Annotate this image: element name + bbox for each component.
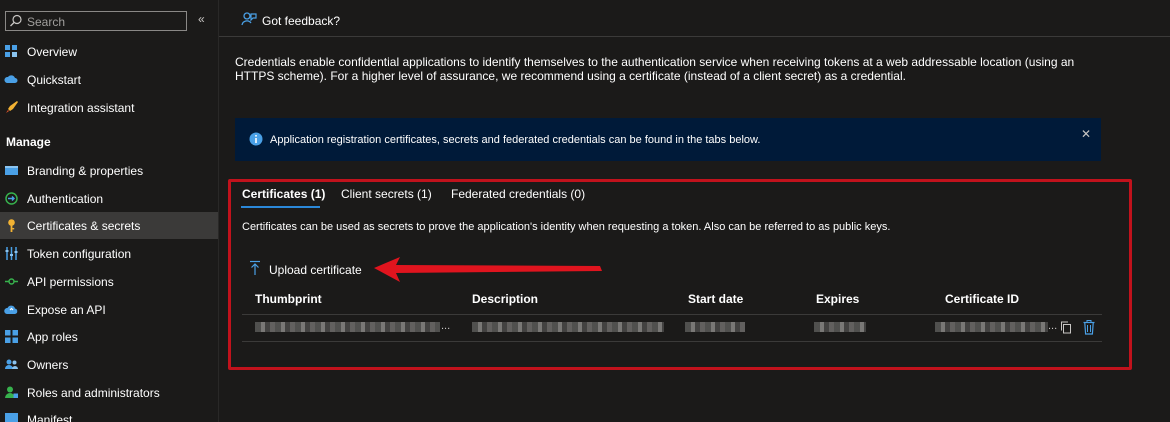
authentication-icon [5,192,18,205]
info-icon [249,132,263,146]
overview-icon [5,45,17,57]
annotation-arrow [374,257,602,282]
sidebar-item-label: Branding & properties [27,164,144,178]
sidebar-item-manifest[interactable]: Manifest [0,406,218,422]
redacted-start-date [685,322,745,332]
sidebar-item-label: Expose an API [27,303,106,317]
sidebar-item-label: API permissions [27,275,114,289]
table-header-divider [242,314,1102,315]
table-row-divider [242,341,1102,342]
search-placeholder: Search [27,15,66,29]
column-header-thumbprint[interactable]: Thumbprint [255,292,322,306]
sidebar-item-label: Certificates & secrets [27,219,141,233]
copy-icon[interactable] [1060,321,1072,334]
thumbprint-ellipsis: ... [441,320,451,332]
sidebar-item-owners[interactable]: Owners [0,351,218,378]
sidebar-item-certificates-secrets[interactable]: Certificates & secrets [0,212,218,239]
sidebar-item-expose-api[interactable]: Expose an API [0,296,218,323]
sidebar-item-quickstart[interactable]: Quickstart [0,66,218,93]
search-icon [10,14,22,27]
tab-certificates[interactable]: Certificates (1) [242,187,325,201]
token-config-icon [5,247,18,260]
sidebar-item-label: Manifest [27,413,73,422]
column-header-description[interactable]: Description [472,292,538,306]
sidebar-item-label: Integration assistant [27,101,135,115]
owners-icon [5,359,18,369]
delete-icon[interactable] [1083,320,1095,335]
redacted-certificate-id [935,322,1048,332]
certificates-description: Certificates can be used as secrets to p… [242,221,891,233]
sidebar-item-app-roles[interactable]: App roles [0,323,218,350]
search-input[interactable]: Search [5,11,187,31]
sidebar-item-overview[interactable]: Overview [0,38,218,65]
roles-admins-icon [5,386,18,398]
sidebar-item-label: App roles [27,330,78,344]
collapse-sidebar-icon[interactable]: « [198,12,210,28]
sidebar-item-label: Roles and administrators [27,386,160,400]
certificate-id-ellipsis: ... [1048,320,1058,332]
active-tab-indicator [241,206,320,208]
sidebar-item-label: Authentication [27,192,104,206]
sidebar-item-branding[interactable]: Branding & properties [0,157,218,184]
tab-federated-credentials[interactable]: Federated credentials (0) [451,187,585,201]
tab-client-secrets[interactable]: Client secrets (1) [341,187,432,201]
manifest-icon [5,413,18,422]
column-header-start-date[interactable]: Start date [688,292,743,306]
feedback-label: Got feedback? [262,14,341,28]
sidebar-divider [218,0,219,422]
sidebar-item-label: Quickstart [27,73,82,87]
info-banner: Application registration certificates, s… [235,118,1101,161]
upload-icon [250,260,260,275]
column-header-certificate-id[interactable]: Certificate ID [945,292,1019,306]
rocket-icon [6,101,18,113]
sidebar-item-integration-assistant[interactable]: Integration assistant [0,94,218,121]
sidebar-item-authentication[interactable]: Authentication [0,185,218,212]
sidebar-item-token-configuration[interactable]: Token configuration [0,240,218,267]
column-header-expires[interactable]: Expires [816,292,859,306]
info-banner-message: Application registration certificates, s… [270,134,761,146]
key-icon [8,219,15,232]
api-permissions-icon [5,278,18,285]
sidebar-item-roles-administrators[interactable]: Roles and administrators [0,379,218,406]
manage-section-header: Manage [6,135,51,149]
sidebar-item-api-permissions[interactable]: API permissions [0,268,218,295]
upload-certificate-label: Upload certificate [269,263,362,277]
expose-api-icon [4,305,18,314]
feedback-icon [241,12,257,26]
redacted-thumbprint [255,322,440,332]
branding-icon [5,166,18,175]
cloud-icon [4,75,18,83]
redacted-expires [814,322,866,332]
header-divider [219,36,1170,37]
app-roles-icon [5,330,18,343]
credentials-intro-text: Credentials enable confidential applicat… [235,55,1075,83]
close-icon[interactable]: ✕ [1081,127,1091,141]
redacted-description [472,322,664,332]
sidebar-item-label: Overview [27,45,78,59]
sidebar-item-label: Token configuration [27,247,132,261]
sidebar-item-label: Owners [27,358,69,372]
sidebar: Search « Overview Quickstart Integration… [0,0,218,422]
